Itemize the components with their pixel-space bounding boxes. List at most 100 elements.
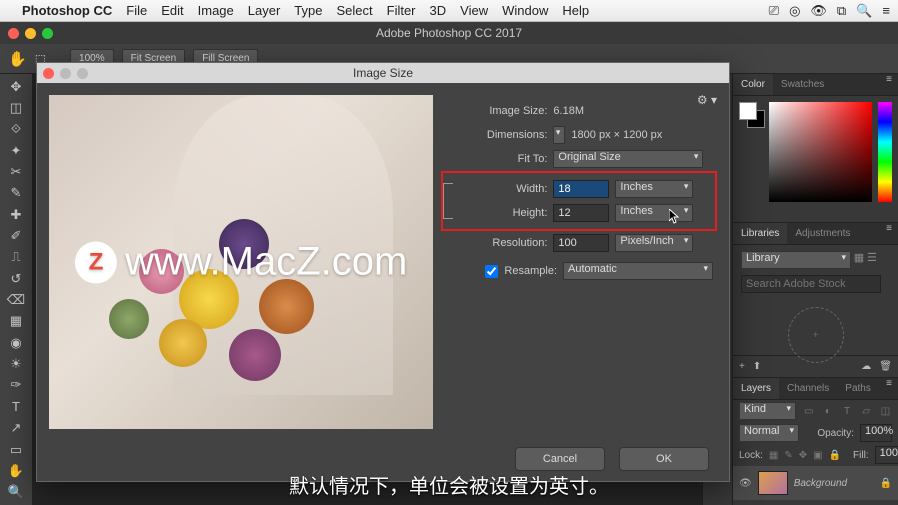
filter-adjust-icon[interactable]: ◐	[821, 406, 834, 417]
dimensions-label: Dimensions:	[465, 129, 547, 141]
sync-icon[interactable]: ☁	[861, 361, 871, 372]
upload-icon[interactable]: ⬆	[753, 361, 761, 372]
wifi-icon[interactable]: ⧉	[837, 3, 846, 19]
eye-icon[interactable]: 👁	[810, 3, 827, 19]
resample-checkbox[interactable]	[485, 265, 498, 278]
menu-help[interactable]: Help	[562, 3, 589, 18]
dialog-close-icon[interactable]	[43, 68, 54, 79]
panel-menu-icon[interactable]: ≡	[880, 74, 898, 95]
menu-view[interactable]: View	[460, 3, 488, 18]
adjustments-tab[interactable]: Adjustments	[787, 223, 858, 244]
filter-kind-select[interactable]: Kind	[739, 402, 796, 420]
zoom-button[interactable]	[42, 28, 53, 39]
minimize-button[interactable]	[25, 28, 36, 39]
layer-name[interactable]: Background	[794, 478, 874, 489]
layer-row[interactable]: 👁 Background 🔒	[733, 466, 898, 500]
gradient-tool-icon[interactable]: ▦	[4, 313, 28, 330]
ok-button[interactable]: OK	[619, 447, 709, 471]
shape-tool-icon[interactable]: ▭	[4, 441, 28, 458]
close-button[interactable]	[8, 28, 19, 39]
filter-image-icon[interactable]: ▭	[802, 406, 815, 417]
libraries-tab[interactable]: Libraries	[733, 223, 787, 244]
eraser-tool-icon[interactable]: ⌫	[4, 291, 28, 308]
cc-icon[interactable]: ◎	[789, 3, 800, 19]
move-tool-icon[interactable]: ✥	[4, 78, 28, 95]
menu-layer[interactable]: Layer	[248, 3, 281, 18]
type-tool-icon[interactable]: T	[4, 398, 28, 415]
gear-icon[interactable]: ⚙ ▾	[697, 93, 717, 107]
lock-pos-icon[interactable]: ✥	[799, 450, 807, 461]
menu-filter[interactable]: Filter	[387, 3, 416, 18]
lock-artboard-icon[interactable]: ▣	[813, 450, 822, 461]
path-tool-icon[interactable]: ↗	[4, 420, 28, 437]
menu-file[interactable]: File	[126, 3, 147, 18]
stamp-tool-icon[interactable]: ⎍	[4, 249, 28, 266]
dodge-tool-icon[interactable]: ☀	[4, 355, 28, 372]
crop-tool-icon[interactable]: ✂	[4, 163, 28, 180]
zoom-tool-icon[interactable]: 🔍	[4, 484, 28, 501]
dialog-titlebar[interactable]: Image Size	[37, 63, 729, 83]
pen-tool-icon[interactable]: ✑	[4, 377, 28, 394]
link-icon[interactable]	[443, 183, 453, 219]
history-brush-icon[interactable]: ↺	[4, 270, 28, 287]
menu-3d[interactable]: 3D	[430, 3, 447, 18]
panel-menu-icon[interactable]: ≡	[880, 223, 898, 244]
filter-smart-icon[interactable]: ◫	[879, 406, 892, 417]
heal-tool-icon[interactable]: ✚	[4, 206, 28, 223]
layer-thumbnail[interactable]	[758, 471, 788, 495]
list-view-icon[interactable]: ☰	[867, 252, 877, 264]
hand-tool-icon[interactable]: ✋	[8, 50, 27, 68]
paths-tab[interactable]: Paths	[837, 378, 879, 399]
menu-window[interactable]: Window	[502, 3, 548, 18]
brush-tool-icon[interactable]: ✐	[4, 227, 28, 244]
filter-shape-icon[interactable]: ▱	[860, 406, 873, 417]
visibility-icon[interactable]: 👁	[739, 478, 752, 489]
add-icon[interactable]: +	[739, 361, 745, 372]
app-menu[interactable]: Photoshop CC	[22, 3, 112, 18]
menu-type[interactable]: Type	[294, 3, 322, 18]
eyedropper-tool-icon[interactable]: ✎	[4, 185, 28, 202]
width-unit-select[interactable]: Inches	[615, 180, 693, 198]
resolution-unit-select[interactable]: Pixels/Inch	[615, 234, 693, 252]
grid-view-icon[interactable]: ▦	[854, 252, 864, 264]
lasso-tool-icon[interactable]: ⟐	[4, 121, 28, 138]
lock-paint-icon[interactable]: ✎	[784, 450, 792, 461]
resolution-input[interactable]	[553, 234, 609, 252]
height-unit-select[interactable]: Inches	[615, 204, 693, 222]
library-search[interactable]	[741, 275, 881, 293]
fill-input[interactable]: 100%	[875, 446, 898, 464]
blur-tool-icon[interactable]: ◉	[4, 334, 28, 351]
opacity-input[interactable]: 100%	[860, 424, 892, 442]
screen-icon[interactable]: ⎚	[769, 3, 779, 19]
wand-tool-icon[interactable]: ✦	[4, 142, 28, 159]
hue-slider[interactable]	[878, 102, 892, 202]
marquee-tool-icon[interactable]: ◫	[4, 99, 28, 116]
library-select[interactable]: Library	[741, 251, 851, 269]
cancel-button[interactable]: Cancel	[515, 447, 605, 471]
lock-all-icon[interactable]: 🔒	[829, 450, 841, 461]
fgbg-swatch[interactable]	[739, 102, 763, 216]
menu-icon[interactable]: ≡	[882, 3, 890, 18]
swatches-tab[interactable]: Swatches	[773, 74, 832, 95]
menu-select[interactable]: Select	[336, 3, 372, 18]
search-icon[interactable]: 🔍	[856, 3, 872, 19]
blend-mode-select[interactable]: Normal	[739, 424, 799, 442]
layers-tab[interactable]: Layers	[733, 378, 779, 399]
menu-image[interactable]: Image	[198, 3, 234, 18]
lock-trans-icon[interactable]: ▦	[769, 450, 778, 461]
trash-icon[interactable]: 🗑	[879, 361, 892, 372]
resample-select[interactable]: Automatic	[563, 262, 713, 280]
filter-type-icon[interactable]: T	[840, 406, 853, 417]
color-tab[interactable]: Color	[733, 74, 773, 95]
menu-edit[interactable]: Edit	[161, 3, 183, 18]
panel-menu-icon[interactable]: ≡	[880, 378, 898, 399]
dimensions-unit-select[interactable]	[553, 126, 565, 144]
hand-tool-icon[interactable]: ✋	[4, 462, 28, 479]
drop-target-icon[interactable]: +	[788, 307, 844, 363]
width-label: Width:	[465, 183, 547, 195]
color-picker[interactable]	[769, 102, 872, 202]
channels-tab[interactable]: Channels	[779, 378, 837, 399]
fit-to-select[interactable]: Original Size	[553, 150, 703, 168]
height-input[interactable]	[553, 204, 609, 222]
width-input[interactable]	[553, 180, 609, 198]
